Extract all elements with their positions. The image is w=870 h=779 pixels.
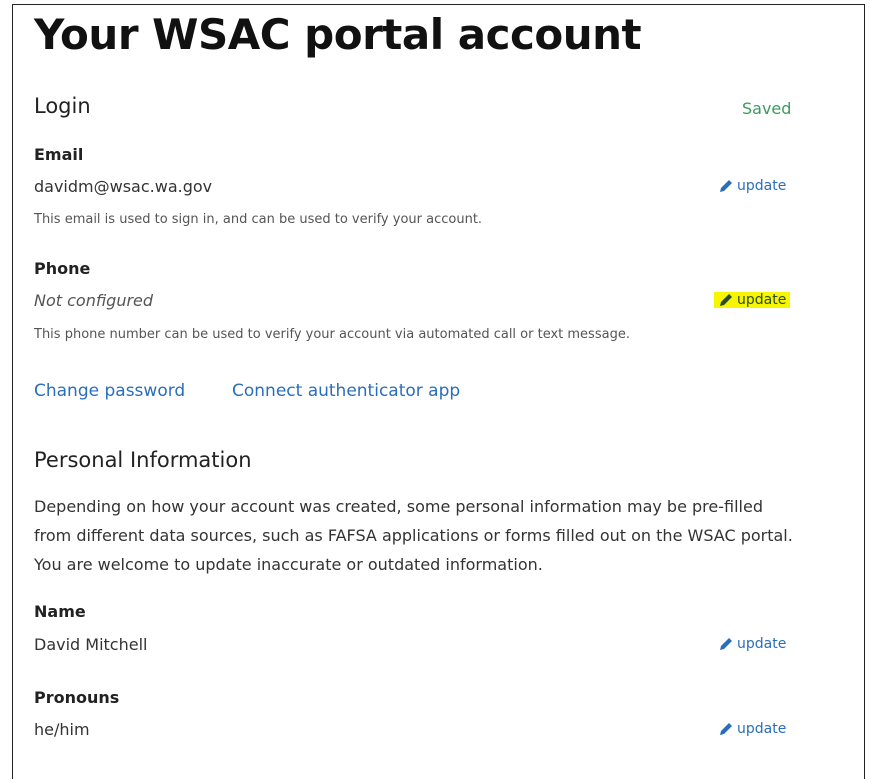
pronouns-update-label: update: [737, 721, 787, 737]
personal-info-description: Depending on how your account was create…: [34, 497, 793, 574]
phone-value: Not configured: [34, 291, 154, 310]
phone-help-text: This phone number can be used to verify …: [34, 327, 630, 342]
phone-update-label: update: [737, 292, 787, 308]
name-update-button[interactable]: update: [718, 636, 786, 652]
phone-label: Phone: [34, 259, 91, 278]
pencil-icon: [720, 723, 732, 735]
pronouns-label: Pronouns: [34, 688, 120, 707]
page-title: Your WSAC portal account: [34, 10, 642, 59]
pronouns-update-button[interactable]: update: [718, 721, 786, 737]
email-value: davidm@wsac.wa.gov: [34, 177, 213, 196]
saved-status: Saved: [742, 99, 792, 118]
pencil-icon: [720, 638, 732, 650]
name-value: David Mitchell: [34, 635, 148, 654]
email-help-text: This email is used to sign in, and can b…: [34, 212, 483, 227]
login-heading: Login: [34, 94, 91, 118]
personal-info-heading: Personal Information: [34, 448, 252, 472]
pencil-icon: [720, 294, 732, 306]
name-update-label: update: [737, 636, 787, 652]
email-update-label: update: [737, 178, 787, 194]
pronouns-value: he/him: [34, 720, 90, 739]
pencil-icon: [720, 180, 732, 192]
connect-authenticator-link[interactable]: Connect authenticator app: [232, 381, 460, 401]
change-password-link[interactable]: Change password: [34, 381, 185, 401]
email-update-button[interactable]: update: [718, 178, 786, 194]
name-label: Name: [34, 602, 86, 621]
phone-update-button[interactable]: update: [714, 292, 791, 308]
email-label: Email: [34, 145, 84, 164]
